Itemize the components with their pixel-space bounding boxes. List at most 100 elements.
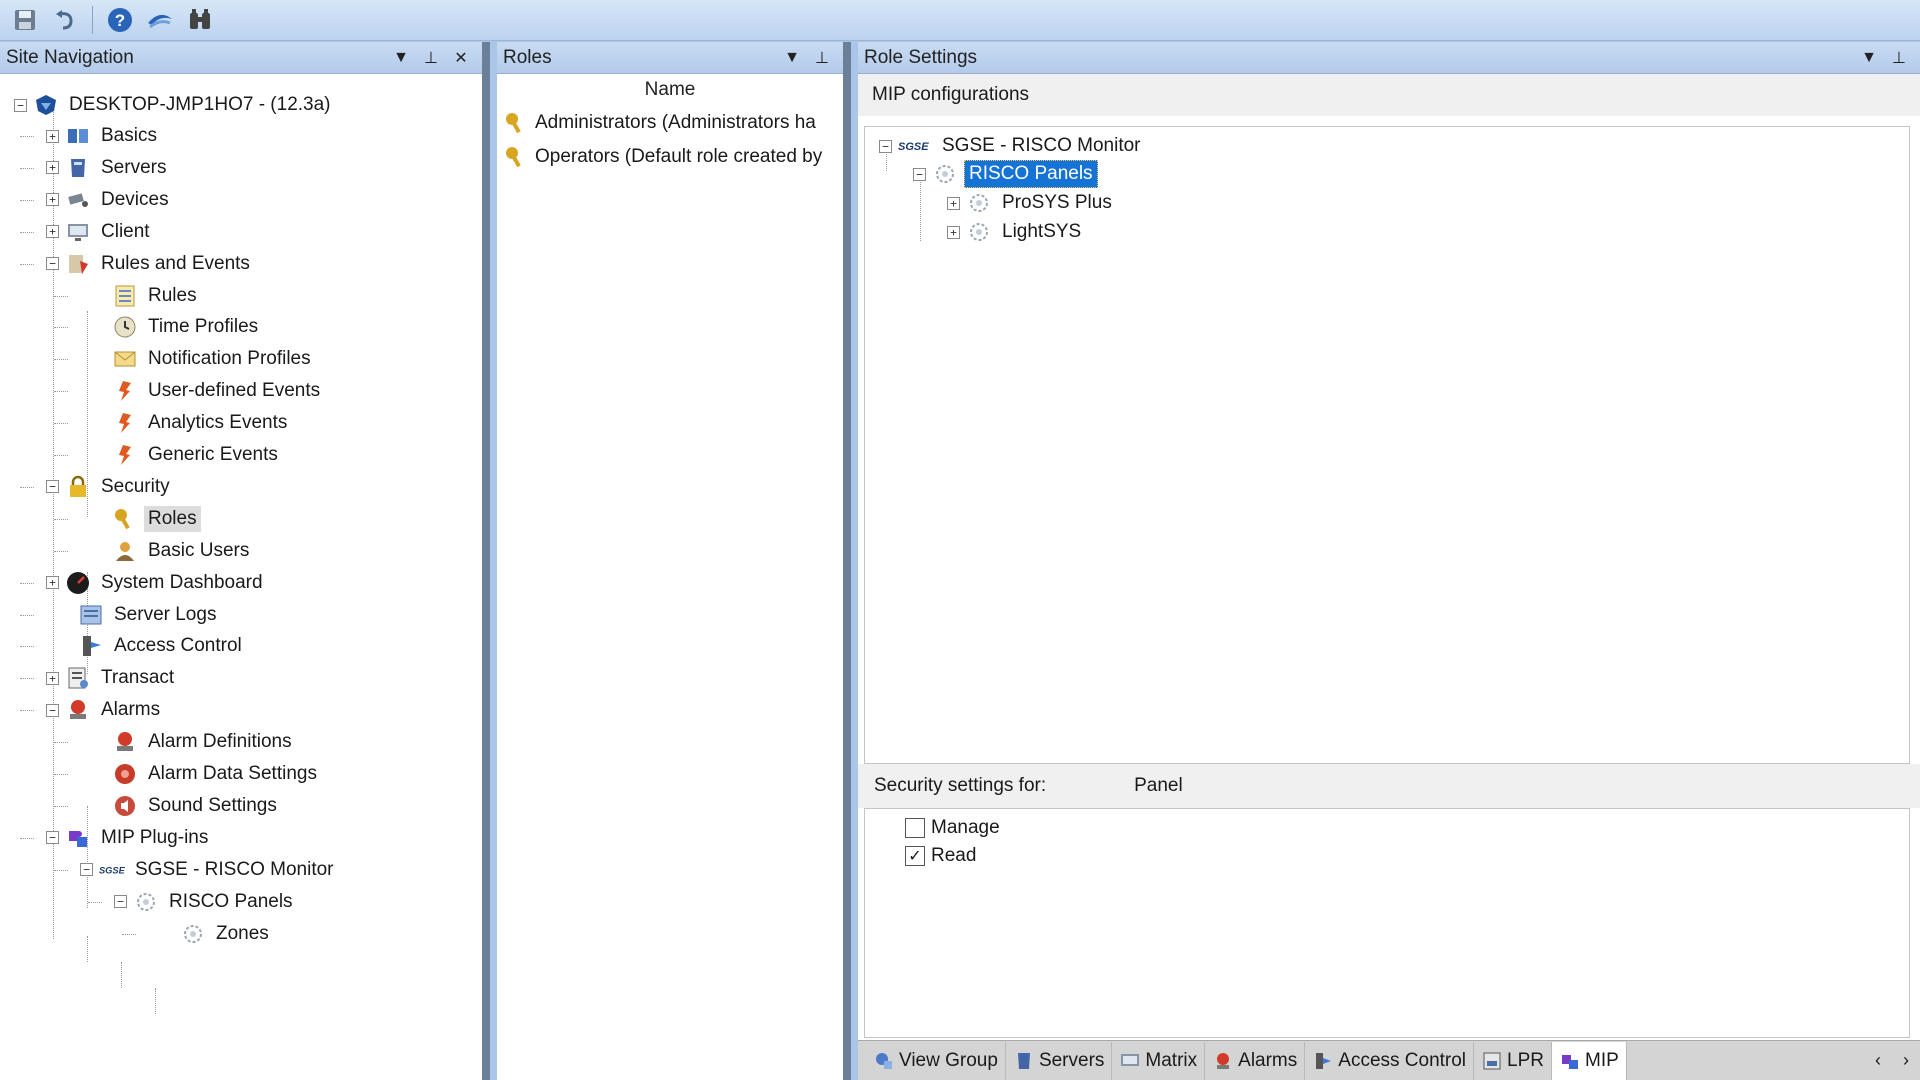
expand-toggle[interactable]: + [46, 129, 59, 143]
dropdown-icon[interactable]: ▼ [386, 49, 416, 67]
nav-item-basic-users[interactable]: Basic Users [112, 536, 253, 566]
mip-icon [1559, 1050, 1581, 1072]
expand-toggle[interactable]: + [46, 576, 59, 590]
nav-item-rules[interactable]: Rules [112, 281, 201, 311]
collapse-toggle[interactable]: − [14, 98, 27, 112]
nav-item-security[interactable]: − Security [46, 472, 174, 502]
nav-item-client[interactable]: + Client [46, 217, 154, 247]
find-icon[interactable] [183, 4, 217, 36]
pin-icon[interactable]: ⊥ [416, 48, 446, 68]
collapse-toggle[interactable]: − [46, 703, 59, 717]
tab-servers[interactable]: Servers [1006, 1041, 1113, 1080]
nav-item-sgse-risco-monitor[interactable]: − SGSE SGSE - RISCO Monitor [80, 855, 338, 885]
collapse-toggle[interactable]: − [46, 831, 59, 845]
help-icon[interactable]: ? [103, 4, 137, 36]
tab-label: MIP [1585, 1049, 1619, 1071]
site-navigation-tree: − DESKTOP-JMP1HO7 - (12.3a) + Basics + Serv… [0, 74, 482, 1074]
tab-mip[interactable]: MIP [1552, 1041, 1627, 1080]
nav-item-generic-events[interactable]: Generic Events [112, 440, 282, 470]
nav-item-risco-panels[interactable]: − RISCO Panels [114, 887, 297, 917]
mip-tree-risco-panels[interactable]: − RISCO Panels [913, 159, 1098, 189]
user-icon [112, 538, 138, 564]
tab-view-group[interactable]: View Group [866, 1041, 1006, 1080]
role-name: Operators (Default role created by [535, 146, 823, 167]
tab-lpr[interactable]: LPR [1474, 1041, 1553, 1080]
nav-item-roles[interactable]: Roles [112, 504, 201, 534]
nav-item-notification-profiles[interactable]: Notification Profiles [112, 344, 315, 374]
collapse-toggle[interactable]: − [913, 167, 926, 181]
tree-root-server[interactable]: − DESKTOP-JMP1HO7 - (12.3a) [14, 90, 335, 120]
rules-list-icon [112, 283, 138, 309]
expand-toggle[interactable]: + [947, 196, 960, 210]
pin-icon[interactable]: ⊥ [807, 48, 837, 68]
role-row[interactable]: Administrators (Administrators ha [497, 106, 843, 140]
mip-tree-prosys-plus-label: ProSYS Plus [1002, 192, 1112, 213]
nav-item-user-defined-events[interactable]: User-defined Events [112, 376, 324, 406]
nav-item-sound-settings[interactable]: Sound Settings [112, 791, 281, 821]
undo-icon[interactable] [48, 4, 82, 36]
permission-read[interactable]: ✓ Read [905, 845, 976, 867]
role-row[interactable]: Operators (Default role created by [497, 140, 843, 174]
nav-item-label: Analytics Events [148, 412, 288, 434]
sgse-logo-icon: SGSE [99, 857, 125, 883]
dropdown-icon[interactable]: ▼ [1854, 49, 1884, 67]
manage-checkbox[interactable] [905, 818, 925, 838]
name-column-header[interactable]: Name [497, 74, 843, 106]
nav-item-devices[interactable]: + Devices [46, 185, 173, 215]
pin-icon[interactable]: ⊥ [1884, 48, 1914, 68]
view-group-icon [873, 1050, 895, 1072]
nav-item-time-profiles[interactable]: Time Profiles [112, 312, 262, 342]
nav-item-servers[interactable]: + Servers [46, 153, 170, 183]
tab-access-control[interactable]: Access Control [1305, 1041, 1475, 1080]
envelope-icon [112, 346, 138, 372]
nav-item-label: Rules and Events [101, 252, 250, 274]
mip-tree-root[interactable]: − SGSE SGSE - RISCO Monitor [879, 131, 1145, 161]
alarm-data-icon [112, 761, 138, 787]
nav-item-basics[interactable]: + Basics [46, 121, 161, 151]
lpr-icon [1481, 1050, 1503, 1072]
expand-toggle[interactable]: + [947, 225, 960, 239]
nav-item-alarms[interactable]: − Alarms [46, 695, 164, 725]
nav-item-transact[interactable]: + Transact [46, 663, 178, 693]
read-checkbox[interactable]: ✓ [905, 846, 925, 866]
close-icon[interactable]: ✕ [446, 48, 476, 68]
read-label: Read [931, 845, 977, 866]
scroll-left-icon[interactable]: ‹ [1864, 1047, 1892, 1075]
nav-item-analytics-events[interactable]: Analytics Events [112, 408, 291, 438]
nav-item-label: Alarm Data Settings [148, 763, 317, 784]
nav-item-access-control[interactable]: Access Control [78, 631, 246, 661]
nav-item-label: Roles [144, 505, 201, 532]
mip-tree-prosys-plus[interactable]: + ProSYS Plus [947, 188, 1116, 218]
tab-label: Matrix [1145, 1049, 1198, 1071]
expand-toggle[interactable]: + [46, 671, 59, 685]
scroll-right-icon[interactable]: › [1892, 1047, 1920, 1075]
tab-label: View Group [899, 1049, 998, 1071]
mip-configuration-tree: − SGSE SGSE - RISCO Monitor − RISCO Pane… [864, 126, 1910, 764]
save-icon[interactable] [8, 4, 42, 36]
panel-gear-icon [966, 190, 992, 216]
expand-toggle[interactable]: + [46, 193, 59, 207]
permission-manage[interactable]: Manage [905, 817, 1000, 839]
collapse-toggle[interactable]: − [80, 863, 93, 877]
panel-gear-icon [966, 219, 992, 245]
nav-item-alarm-data-settings[interactable]: Alarm Data Settings [112, 759, 321, 789]
nav-item-rules-and-events[interactable]: − Rules and Events [46, 249, 254, 279]
mip-tree-lightsys[interactable]: + LightSYS [947, 217, 1085, 247]
collapse-toggle[interactable]: − [46, 480, 59, 494]
expand-toggle[interactable]: + [46, 161, 59, 175]
expand-toggle[interactable]: + [46, 225, 59, 239]
nav-item-zones[interactable]: Zones [180, 919, 273, 949]
nav-item-system-dashboard[interactable]: + System Dashboard [46, 568, 267, 598]
toolbar: ? [0, 0, 1920, 41]
dropdown-icon[interactable]: ▼ [777, 49, 807, 67]
refresh-icon[interactable] [143, 4, 177, 36]
tab-alarms[interactable]: Alarms [1205, 1041, 1306, 1080]
collapse-toggle[interactable]: − [46, 257, 59, 271]
nav-item-label: MIP Plug-ins [101, 826, 209, 848]
nav-item-alarm-definitions[interactable]: Alarm Definitions [112, 727, 296, 757]
collapse-toggle[interactable]: − [114, 895, 127, 909]
collapse-toggle[interactable]: − [879, 139, 892, 153]
nav-item-mip-plug-ins[interactable]: − MIP Plug-ins [46, 823, 212, 853]
nav-item-server-logs[interactable]: Server Logs [78, 600, 220, 630]
tab-matrix[interactable]: Matrix [1112, 1041, 1206, 1080]
